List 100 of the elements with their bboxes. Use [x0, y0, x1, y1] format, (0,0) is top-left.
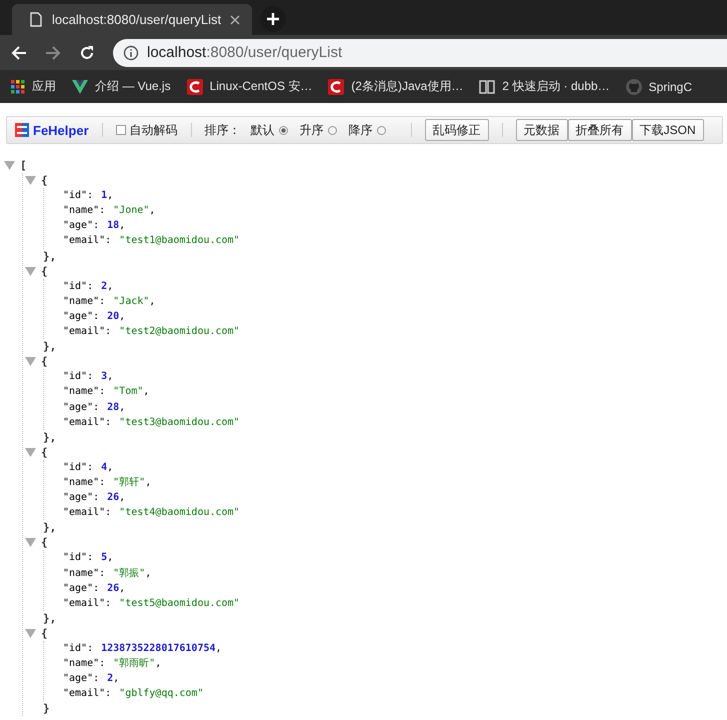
json-comma: ,: [119, 400, 126, 414]
json-value: "test4@baomidou.com": [119, 506, 240, 520]
json-value: 2: [107, 672, 114, 686]
fehelper-logo-icon: [15, 123, 29, 137]
bookmark[interactable]: 介绍 — Vue.js: [72, 78, 171, 95]
json-bracket: }: [43, 701, 50, 716]
tab-title: localhost:8080/user/queryList: [52, 12, 220, 27]
close-icon[interactable]: [230, 14, 240, 24]
json-comma: ,: [113, 672, 120, 686]
json-key: "name":: [63, 384, 106, 400]
v-logo-icon: [72, 80, 88, 94]
reload-icon[interactable]: [79, 44, 95, 60]
json-value: 18: [107, 219, 120, 234]
json-key: "name":: [63, 566, 106, 581]
expand-toggle-icon[interactable]: [25, 628, 36, 638]
json-key: "age":: [63, 400, 100, 415]
json-value: "test3@baomidou.com": [119, 416, 240, 430]
json-comma: ,: [119, 491, 126, 506]
json-value: "test1@baomidou.com": [119, 234, 240, 248]
json-comma: ,: [145, 566, 152, 581]
json-comma: ,: [107, 551, 114, 566]
json-bracket: },: [43, 248, 56, 264]
bookmark[interactable]: Linux-CentOS 安…: [186, 78, 312, 95]
json-key: "age":: [63, 218, 100, 234]
json-bracket: {: [41, 444, 48, 460]
json-value: 28: [107, 400, 120, 414]
brand-name: FeHelper: [33, 122, 89, 138]
bookmark[interactable]: SpringC: [626, 78, 692, 94]
new-tab-icon[interactable]: [260, 6, 286, 32]
json-key: "id":: [63, 278, 94, 294]
json-value: "test2@baomidou.com": [119, 325, 240, 340]
json-comma: ,: [107, 189, 114, 204]
json-key: "name":: [63, 294, 106, 309]
c-logo-icon: [328, 78, 344, 94]
toolbar-button[interactable]: 元数据: [516, 119, 568, 141]
forward-icon[interactable]: [45, 44, 61, 60]
json-bracket: },: [43, 610, 56, 626]
json-comma: ,: [155, 657, 162, 672]
expand-toggle-icon[interactable]: [25, 448, 36, 457]
c-logo-icon: [186, 78, 203, 94]
json-key: "id":: [63, 460, 94, 475]
json-key: "email":: [63, 505, 112, 520]
json-bracket: },: [43, 520, 56, 536]
expand-toggle-icon[interactable]: [25, 176, 36, 186]
sort-option[interactable]: 升序: [300, 122, 337, 138]
json-key: "id":: [63, 369, 94, 384]
json-value: "Jack": [113, 294, 150, 309]
expand-toggle-icon[interactable]: [4, 161, 15, 170]
json-value: 1238735228017610754: [101, 642, 216, 656]
sort-option[interactable]: 默认: [250, 122, 288, 138]
sort-label: 排序：: [204, 122, 241, 138]
page-icon: [30, 12, 42, 27]
json-key: "email":: [63, 686, 112, 702]
json-value: 4: [101, 460, 108, 475]
json-comma: ,: [119, 582, 126, 596]
json-comma: ,: [149, 294, 156, 309]
json-value: 5: [101, 551, 108, 566]
json-bracket: },: [43, 339, 56, 354]
expand-toggle-icon[interactable]: [25, 538, 36, 548]
json-key: "age":: [63, 580, 100, 596]
book-icon: [479, 80, 496, 94]
fix-encoding-button[interactable]: 乱码修正: [424, 119, 489, 141]
json-comma: ,: [143, 385, 150, 400]
toolbar-button[interactable]: 下载JSON: [632, 119, 704, 141]
browser-tab[interactable]: localhost:8080/user/queryList: [12, 4, 252, 35]
json-key: "email":: [63, 414, 112, 430]
sort-option[interactable]: 降序: [348, 122, 386, 138]
json-value: "gblfy@qq.com": [119, 687, 204, 702]
url-text: localhost:8080/user/queryList: [147, 44, 342, 61]
json-key: "email":: [63, 233, 112, 249]
expand-toggle-icon[interactable]: [25, 357, 36, 366]
auto-decode-checkbox[interactable]: 自动解码: [116, 122, 178, 138]
json-value: 20: [107, 310, 120, 324]
json-key: "name":: [63, 474, 106, 490]
json-key: "name":: [63, 203, 106, 218]
toolbar-button[interactable]: 折叠所有: [568, 119, 632, 141]
json-value: "Jone": [113, 204, 150, 218]
json-bracket: {: [41, 354, 48, 370]
expand-toggle-icon[interactable]: [25, 266, 36, 276]
bookmark[interactable]: 2 快速启动 · dubb…: [479, 78, 610, 95]
json-bracket: {: [41, 173, 48, 188]
json-bracket: },: [43, 430, 56, 445]
json-value: 3: [101, 370, 108, 384]
json-value: "郭振": [113, 566, 146, 581]
json-key: "age":: [63, 308, 100, 324]
address-bar[interactable]: localhost:8080/user/queryList: [113, 38, 727, 66]
json-value: 2: [101, 280, 108, 294]
json-comma: ,: [119, 310, 126, 324]
json-comma: ,: [149, 204, 156, 218]
json-value: "郭轩": [113, 476, 146, 490]
json-key: "age":: [63, 671, 100, 686]
json-key: "id":: [63, 641, 94, 656]
cat-logo-icon: [626, 78, 642, 94]
json-key: "name":: [63, 656, 106, 672]
bookmark[interactable]: 应用: [11, 78, 56, 95]
bookmark[interactable]: (2条消息)Java使用…: [328, 78, 464, 95]
back-icon[interactable]: [11, 44, 27, 60]
json-comma: ,: [107, 370, 114, 384]
json-key: "age":: [63, 490, 100, 506]
json-value: 1: [101, 189, 108, 204]
